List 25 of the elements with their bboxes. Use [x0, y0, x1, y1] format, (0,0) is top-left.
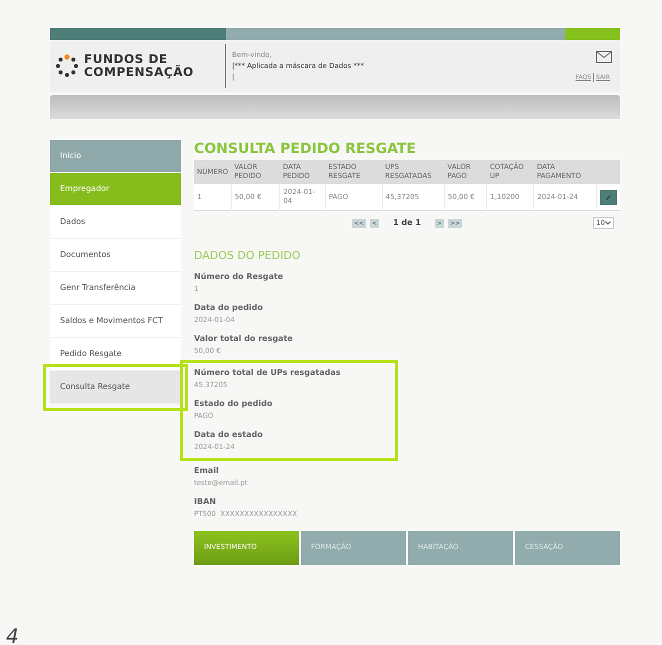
page-title: CONSULTA PEDIDO RESGATE: [194, 140, 417, 158]
field-label: Email: [194, 464, 220, 476]
field-label: Estado do pedido: [194, 398, 274, 410]
sidebar-item[interactable]: Documentos: [50, 239, 181, 272]
page-indicator: 1 de 1: [393, 217, 421, 229]
field-label: IBAN: [194, 496, 217, 508]
field-label: Número total de UPs resgatadas: [194, 366, 342, 378]
sidebar-item[interactable]: Saldos e Movimentos FCT: [50, 305, 181, 338]
section-title: DADOS DO PEDIDO: [194, 248, 302, 264]
mail-icon[interactable]: [596, 50, 612, 62]
logo-icon: [54, 53, 80, 79]
sidebar-item[interactable]: Genr Transferência: [50, 272, 181, 305]
field-label: Valor total do resgate: [194, 332, 294, 344]
sidebar-item[interactable]: Dados: [50, 206, 181, 239]
field-label: Data do pedido: [194, 302, 264, 314]
view-button[interactable]: [600, 190, 617, 204]
sidebar-item[interactable]: Início: [50, 140, 181, 173]
pencil-icon: [605, 194, 612, 200]
field-label: Data do estado: [194, 428, 264, 440]
sidebar-item[interactable]: Pedido Resgate: [50, 338, 181, 371]
field-label: Número do Resgate: [194, 270, 284, 282]
logo-text: COMPENSAÇÃO: [84, 66, 194, 79]
chevron-down-icon: [605, 221, 611, 225]
corner-mark: 4: [6, 623, 19, 645]
logo-text: FUNDOS DE: [84, 53, 168, 66]
